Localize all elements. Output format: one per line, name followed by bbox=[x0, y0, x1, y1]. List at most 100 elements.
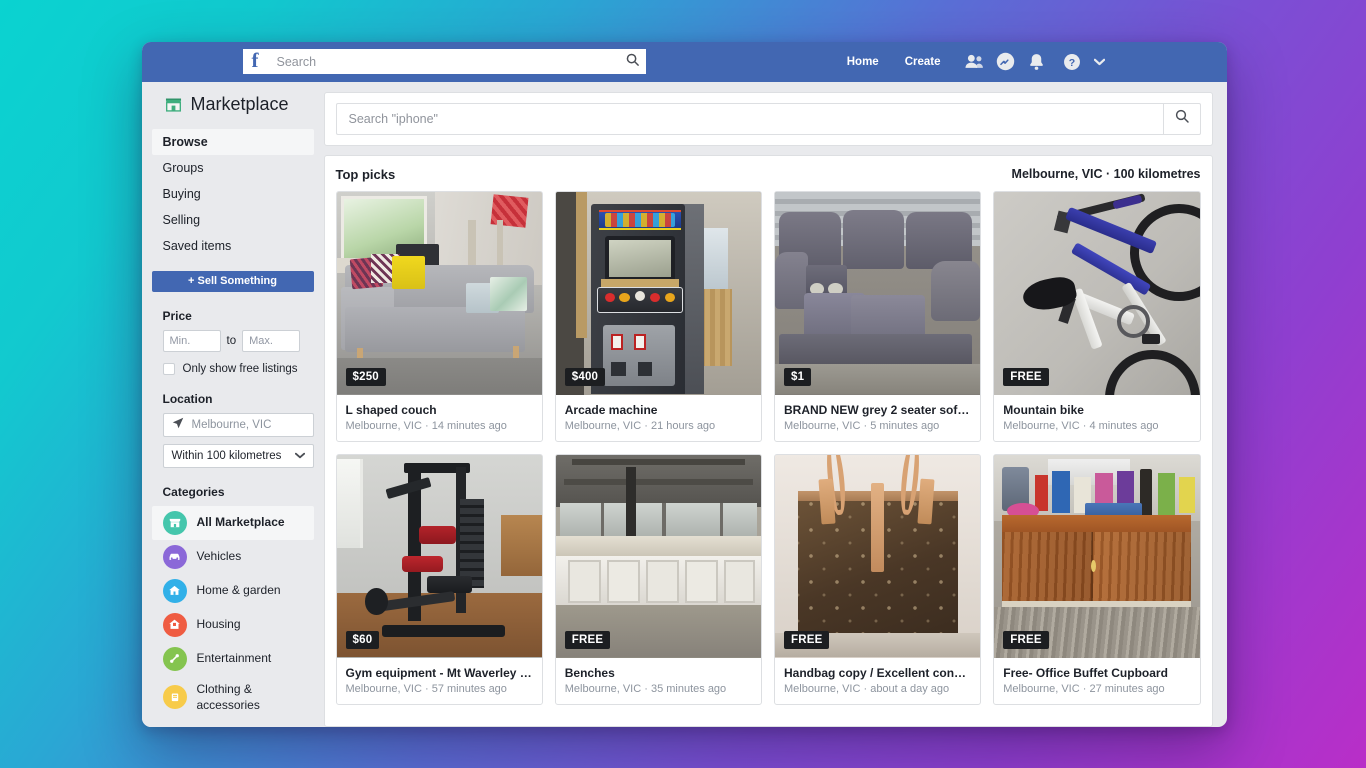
listing-card[interactable]: $400 Arcade machine Melbourne, VIC · 21 … bbox=[554, 190, 762, 442]
listing-title: Arcade machine bbox=[564, 402, 658, 417]
sidebar-item-groups[interactable]: Groups bbox=[152, 155, 314, 181]
price-min-input[interactable] bbox=[162, 329, 221, 352]
listing-title: Handbag copy / Excellent condit... bbox=[784, 665, 972, 680]
nav-create-link[interactable]: Create bbox=[892, 56, 954, 68]
listing-thumbnail: FREE bbox=[994, 454, 1200, 658]
facebook-logo-icon[interactable]: f bbox=[242, 49, 268, 74]
notifications-bell-icon[interactable] bbox=[1021, 49, 1052, 75]
sidebar-item-selling[interactable]: Selling bbox=[152, 207, 314, 233]
browser-window: f Search Home Create ? Marketplace Brows… bbox=[141, 41, 1227, 727]
listing-title: Gym equipment - Mt Waverley pi... bbox=[345, 665, 533, 680]
marketplace-sidebar: Marketplace Browse Groups Buying Selling… bbox=[141, 81, 324, 727]
search-icon[interactable] bbox=[625, 52, 640, 72]
location-input[interactable]: Melbourne, VIC bbox=[162, 412, 314, 437]
listing-image-l-shaped-couch bbox=[336, 191, 542, 395]
marketplace-search-button[interactable] bbox=[1162, 102, 1201, 135]
listing-card[interactable]: $250 L shaped couch Melbourne, VIC · 14 … bbox=[335, 190, 543, 442]
house-icon bbox=[162, 578, 187, 603]
navigation-arrow-icon bbox=[172, 417, 184, 432]
friends-icon[interactable] bbox=[959, 49, 990, 75]
listing-image-grey-sofa bbox=[775, 191, 981, 395]
listing-title: Free- Office Buffet Cupboard bbox=[1003, 665, 1168, 680]
storefront-icon bbox=[164, 95, 183, 114]
price-separator-label: to bbox=[226, 334, 237, 347]
listing-card[interactable]: $60 Gym equipment - Mt Waverley pi... Me… bbox=[335, 453, 543, 705]
listing-meta: Arcade machine Melbourne, VIC · 21 hours… bbox=[556, 395, 761, 441]
listing-subtitle: Melbourne, VIC · 35 minutes ago bbox=[564, 682, 727, 695]
listing-thumbnail: FREE bbox=[994, 191, 1200, 395]
listing-subtitle: Melbourne, VIC · 21 hours ago bbox=[564, 419, 716, 432]
listing-thumbnail: FREE bbox=[775, 454, 981, 658]
account-caret-icon[interactable] bbox=[1088, 58, 1112, 66]
facebook-top-nav: Home Create ? bbox=[834, 49, 1217, 75]
listing-thumbnail: $250 bbox=[336, 191, 542, 395]
marketplace-search-input[interactable]: Search "iphone" bbox=[335, 102, 1163, 135]
feed-title: Top picks bbox=[335, 166, 396, 182]
listing-card[interactable]: FREE Handbag copy / Excellent condit... … bbox=[774, 453, 982, 705]
price-max-input[interactable] bbox=[242, 329, 301, 352]
category-item-clothing-accessories[interactable]: Clothing & accessories bbox=[152, 676, 314, 718]
sidebar-item-browse[interactable]: Browse bbox=[151, 128, 314, 155]
listing-title: L shaped couch bbox=[345, 402, 437, 417]
listing-subtitle: Melbourne, VIC · 5 minutes ago bbox=[784, 419, 940, 432]
listings-grid: $250 L shaped couch Melbourne, VIC · 14 … bbox=[335, 190, 1201, 705]
sidebar-item-saved-items[interactable]: Saved items bbox=[152, 233, 314, 259]
listing-thumbnail: $1 bbox=[775, 191, 981, 395]
listing-card[interactable]: FREE Mountain bike Melbourne, VIC · 4 mi… bbox=[993, 190, 1201, 442]
nav-home-link[interactable]: Home bbox=[834, 56, 892, 68]
listing-price-badge: FREE bbox=[1003, 367, 1049, 386]
listing-card[interactable]: FREE Free- Office Buffet Cupboard Melbou… bbox=[993, 453, 1201, 705]
car-icon bbox=[162, 544, 187, 569]
category-item-home-garden[interactable]: Home & garden bbox=[152, 574, 314, 608]
search-icon bbox=[1174, 108, 1190, 129]
clothing-icon bbox=[162, 684, 187, 709]
listing-card[interactable]: $1 BRAND NEW grey 2 seater sofa ... Melb… bbox=[774, 190, 982, 442]
facebook-search-box[interactable]: Search bbox=[267, 49, 646, 74]
listing-image-benches bbox=[555, 454, 761, 658]
listing-title: Benches bbox=[564, 665, 615, 680]
listing-meta: BRAND NEW grey 2 seater sofa ... Melbour… bbox=[775, 395, 980, 441]
location-filter-title: Location bbox=[162, 391, 213, 406]
listing-price-badge: $400 bbox=[564, 367, 606, 386]
category-item-vehicles[interactable]: Vehicles bbox=[152, 540, 314, 574]
listing-subtitle: Melbourne, VIC · 14 minutes ago bbox=[345, 419, 507, 432]
housing-icon bbox=[162, 612, 187, 637]
free-listings-checkbox-row[interactable]: Only show free listings bbox=[142, 352, 324, 375]
location-radius-select[interactable]: Within 100 kilometres bbox=[162, 443, 314, 468]
free-listings-checkbox[interactable] bbox=[162, 362, 175, 375]
category-item-entertainment[interactable]: Entertainment bbox=[152, 642, 314, 676]
listing-subtitle: Melbourne, VIC · 27 minutes ago bbox=[1003, 682, 1165, 695]
feed-header: Top picks Melbourne, VIC · 100 kilometre… bbox=[336, 167, 1201, 182]
main-content: Search "iphone" Top picks Melbourne, VIC… bbox=[323, 82, 1227, 727]
category-label: Vehicles bbox=[196, 549, 242, 564]
listing-title: BRAND NEW grey 2 seater sofa ... bbox=[784, 402, 972, 417]
listing-price-badge: $250 bbox=[345, 367, 386, 386]
categories-title: Categories bbox=[162, 484, 225, 499]
listing-subtitle: Melbourne, VIC · 57 minutes ago bbox=[345, 682, 507, 695]
listing-thumbnail: FREE bbox=[555, 454, 761, 658]
marketplace-search-placeholder: Search "iphone" bbox=[348, 111, 439, 126]
listing-price-badge: $1 bbox=[784, 367, 812, 386]
listing-meta: L shaped couch Melbourne, VIC · 14 minut… bbox=[337, 395, 542, 441]
help-icon[interactable]: ? bbox=[1057, 49, 1088, 75]
facebook-top-bar: f Search Home Create ? bbox=[141, 41, 1227, 82]
messenger-icon[interactable] bbox=[990, 49, 1021, 75]
listing-image-mountain-bike bbox=[994, 191, 1200, 395]
listing-meta: Gym equipment - Mt Waverley pi... Melbou… bbox=[337, 658, 542, 704]
ticket-icon bbox=[162, 646, 187, 671]
listing-meta: Mountain bike Melbourne, VIC · 4 minutes… bbox=[994, 395, 1199, 441]
category-item-housing[interactable]: Housing bbox=[152, 608, 314, 642]
sidebar-item-buying[interactable]: Buying bbox=[152, 181, 314, 207]
chevron-down-icon bbox=[294, 450, 305, 462]
listing-price-badge: $60 bbox=[345, 630, 380, 649]
listing-card[interactable]: FREE Benches Melbourne, VIC · 35 minutes… bbox=[554, 453, 762, 705]
listing-image-office-buffet-cupboard bbox=[994, 454, 1200, 658]
free-listings-label: Only show free listings bbox=[182, 362, 298, 375]
listing-subtitle: Melbourne, VIC · 4 minutes ago bbox=[1003, 419, 1159, 432]
sell-something-button[interactable]: + Sell Something bbox=[151, 270, 314, 292]
location-radius-value: Within 100 kilometres bbox=[171, 449, 282, 462]
listing-subtitle: Melbourne, VIC · about a day ago bbox=[784, 682, 950, 695]
category-item-all-marketplace[interactable]: All Marketplace bbox=[151, 505, 314, 540]
listing-image-handbag bbox=[775, 454, 981, 658]
listing-title: Mountain bike bbox=[1003, 402, 1084, 417]
